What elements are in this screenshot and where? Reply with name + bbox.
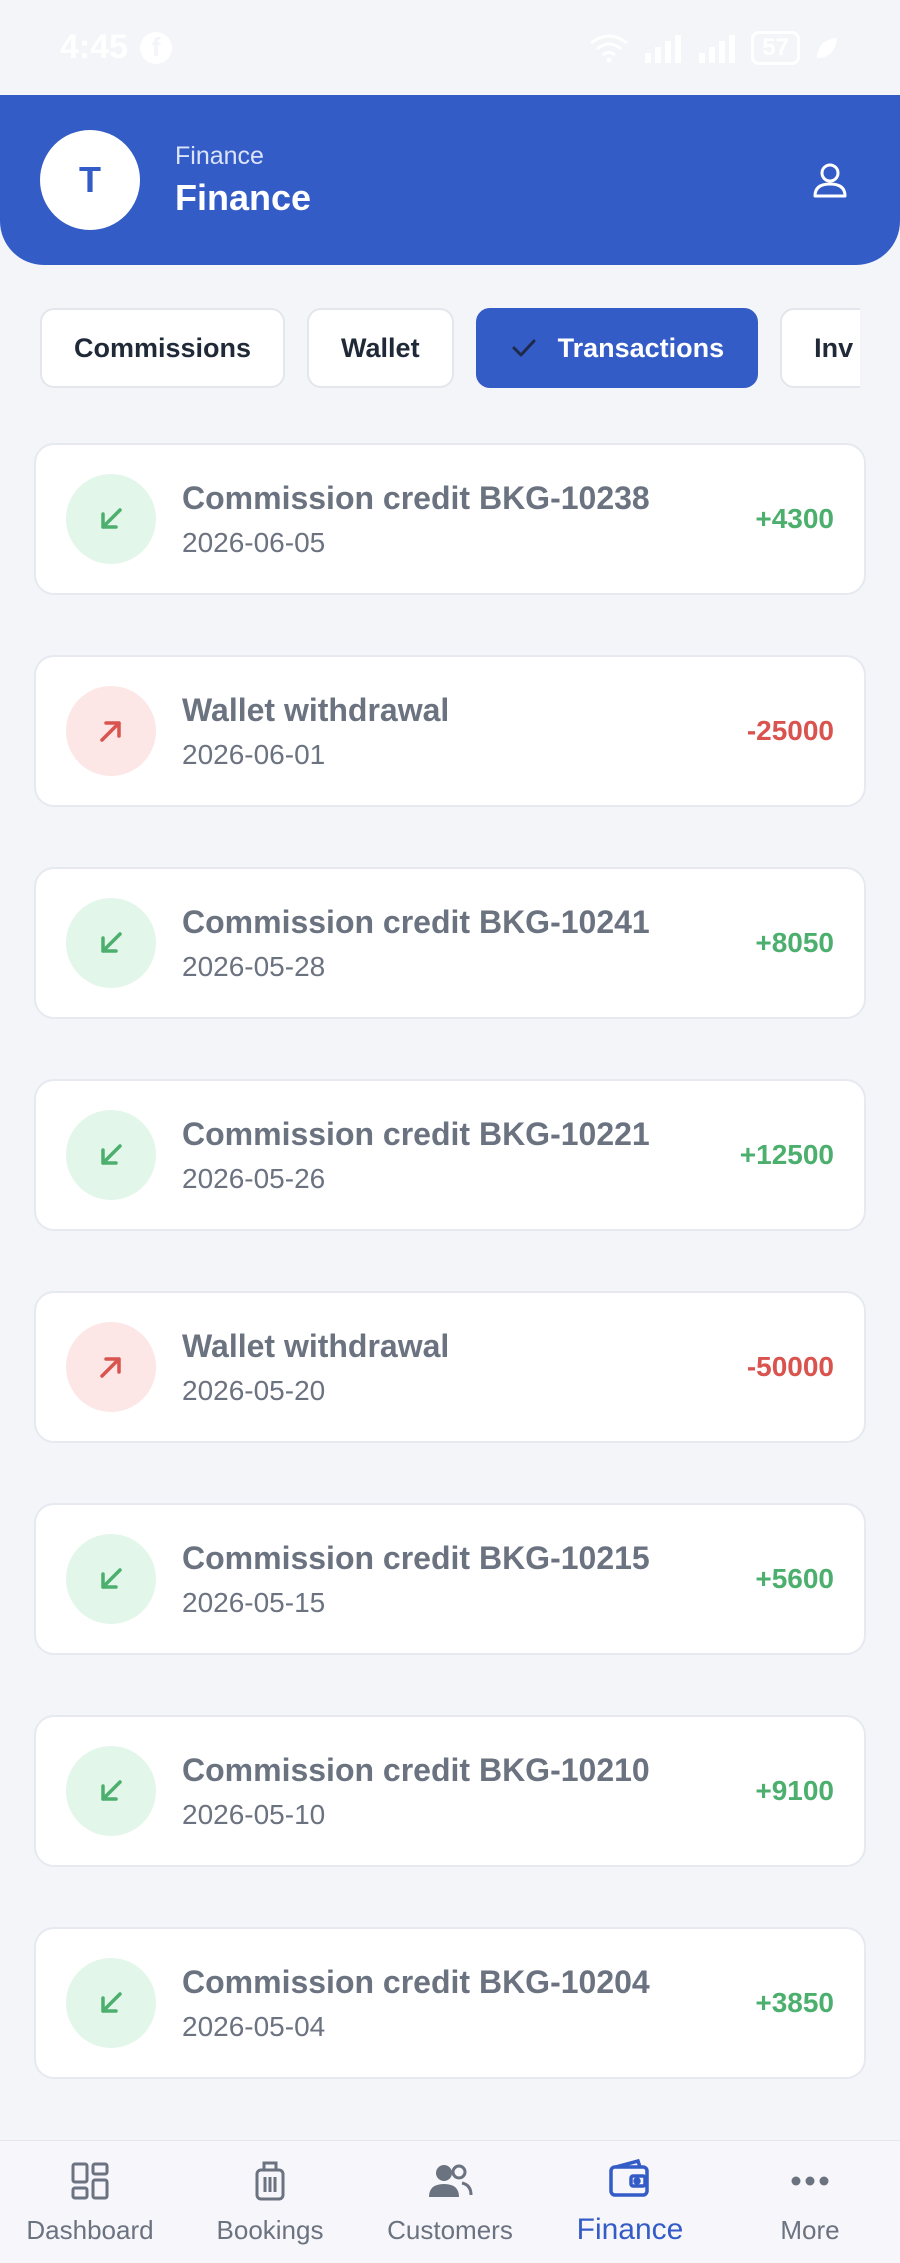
- transaction-info: Wallet withdrawal 2026-06-01: [182, 692, 747, 771]
- wallet-icon: [608, 2157, 652, 2201]
- avatar[interactable]: T: [40, 130, 140, 230]
- header-text: Finance Finance: [175, 142, 311, 219]
- nav-item-bookings[interactable]: Bookings: [180, 2141, 360, 2263]
- tab-transactions[interactable]: Transactions: [475, 308, 759, 388]
- profile-button[interactable]: [800, 150, 860, 210]
- status-right: 57: [589, 30, 840, 65]
- arrow-up-right-icon: [66, 1322, 156, 1412]
- transaction-title: Commission credit BKG-10238: [182, 479, 650, 516]
- transaction-card[interactable]: Wallet withdrawal 2026-05-20 -50000: [34, 1291, 866, 1443]
- arrow-down-left-icon: [66, 474, 156, 564]
- transaction-amount: +12500: [739, 1139, 834, 1170]
- transaction-title: Commission credit BKG-10215: [182, 1539, 650, 1576]
- nav-label: Finance: [576, 2213, 684, 2246]
- check-icon: [510, 334, 538, 362]
- tab-invoices[interactable]: Inv: [780, 308, 860, 388]
- more-icon: [790, 2159, 830, 2203]
- transaction-info: Commission credit BKG-10215 2026-05-15: [182, 1540, 755, 1619]
- transaction-title: Commission credit BKG-10210: [182, 1751, 650, 1788]
- transaction-card[interactable]: Wallet withdrawal 2026-06-01 -25000: [34, 655, 866, 807]
- transaction-title: Commission credit BKG-10221: [182, 1115, 650, 1152]
- nav-item-finance[interactable]: Finance: [540, 2141, 720, 2263]
- transaction-amount: +5600: [755, 1563, 834, 1594]
- transaction-card[interactable]: Commission credit BKG-10221 2026-05-26 +…: [34, 1079, 866, 1231]
- transaction-title: Wallet withdrawal: [182, 691, 450, 728]
- transaction-info: Commission credit BKG-10221 2026-05-26: [182, 1116, 740, 1195]
- transaction-list: Commission credit BKG-10238 2026-06-05 +…: [34, 443, 866, 2139]
- status-bar: 4:45 f 57: [0, 0, 900, 95]
- battery-indicator: 57: [751, 30, 800, 65]
- transaction-title: Wallet withdrawal: [182, 1327, 450, 1364]
- dashboard-icon: [70, 2159, 110, 2203]
- people-icon: [427, 2159, 473, 2203]
- transaction-card[interactable]: Commission credit BKG-10210 2026-05-10 +…: [34, 1715, 866, 1867]
- transaction-info: Commission credit BKG-10238 2026-06-05: [182, 480, 755, 559]
- leaf-icon: [817, 37, 837, 58]
- transaction-info: Wallet withdrawal 2026-05-20: [182, 1328, 747, 1407]
- transaction-amount: +9100: [755, 1775, 834, 1806]
- transaction-amount: -50000: [746, 1351, 834, 1382]
- nav-item-customers[interactable]: Customers: [360, 2141, 540, 2263]
- transaction-info: Commission credit BKG-10204 2026-05-04: [182, 1964, 755, 2043]
- transaction-info: Commission credit BKG-10241 2026-05-28: [182, 904, 755, 983]
- arrow-down-left-icon: [66, 1746, 156, 1836]
- bottom-nav: Dashboard Bookings Customers Finance Mor…: [0, 2140, 900, 2263]
- tab-label: Transactions: [557, 332, 725, 363]
- app-header: T Finance Finance: [0, 95, 900, 265]
- wifi-icon: [590, 34, 629, 62]
- transaction-amount: +4300: [755, 503, 834, 534]
- luggage-icon: [250, 2159, 290, 2203]
- transaction-card[interactable]: Commission credit BKG-10238 2026-06-05 +…: [34, 443, 866, 595]
- nav-item-dashboard[interactable]: Dashboard: [0, 2141, 180, 2263]
- signal-icon: [645, 34, 682, 63]
- transaction-info: Commission credit BKG-10210 2026-05-10: [182, 1752, 755, 1831]
- signal-icon: [699, 34, 736, 63]
- status-left: 4:45 f: [60, 28, 173, 67]
- arrow-down-left-icon: [66, 1958, 156, 2048]
- transaction-card[interactable]: Commission credit BKG-10241 2026-05-28 +…: [34, 867, 866, 1019]
- transaction-amount: +8050: [755, 927, 834, 958]
- transaction-amount: +3850: [755, 1987, 834, 2018]
- status-time: 4:45: [60, 28, 129, 66]
- transaction-card[interactable]: Commission credit BKG-10204 2026-05-04 +…: [34, 1927, 866, 2079]
- facebook-icon: f: [140, 31, 173, 64]
- nav-label: Dashboard: [26, 2214, 154, 2245]
- nav-label: Bookings: [216, 2214, 324, 2245]
- header-subtitle: Finance: [175, 141, 264, 170]
- tab-commissions[interactable]: Commissions: [40, 308, 286, 388]
- tab-label: Inv: [814, 332, 854, 363]
- transaction-date: 2026-06-01: [182, 738, 326, 770]
- transaction-date: 2026-05-10: [182, 1798, 326, 1830]
- arrow-down-left-icon: [66, 898, 156, 988]
- transaction-date: 2026-06-05: [182, 526, 326, 558]
- nav-item-more[interactable]: More: [720, 2141, 900, 2263]
- transaction-title: Commission credit BKG-10241: [182, 903, 650, 940]
- nav-label: Customers: [387, 2214, 513, 2245]
- page-title: Finance: [175, 176, 312, 218]
- arrow-up-right-icon: [66, 686, 156, 776]
- transaction-date: 2026-05-15: [182, 1586, 326, 1618]
- tab-wallet[interactable]: Wallet: [307, 308, 454, 388]
- transaction-date: 2026-05-20: [182, 1374, 326, 1406]
- arrow-down-left-icon: [66, 1534, 156, 1624]
- finance-tabs: Commissions Wallet Transactions Inv: [40, 308, 860, 388]
- transaction-date: 2026-05-26: [182, 1162, 326, 1194]
- transaction-title: Commission credit BKG-10204: [182, 1963, 650, 2000]
- tab-label: Commissions: [74, 332, 252, 363]
- user-icon: [813, 163, 847, 198]
- tab-label: Wallet: [341, 332, 420, 363]
- transaction-date: 2026-05-28: [182, 950, 326, 982]
- transaction-date: 2026-05-04: [182, 2010, 326, 2042]
- arrow-down-left-icon: [66, 1110, 156, 1200]
- transaction-card[interactable]: Commission credit BKG-10215 2026-05-15 +…: [34, 1503, 866, 1655]
- nav-label: More: [780, 2214, 840, 2245]
- transaction-amount: -25000: [746, 715, 834, 746]
